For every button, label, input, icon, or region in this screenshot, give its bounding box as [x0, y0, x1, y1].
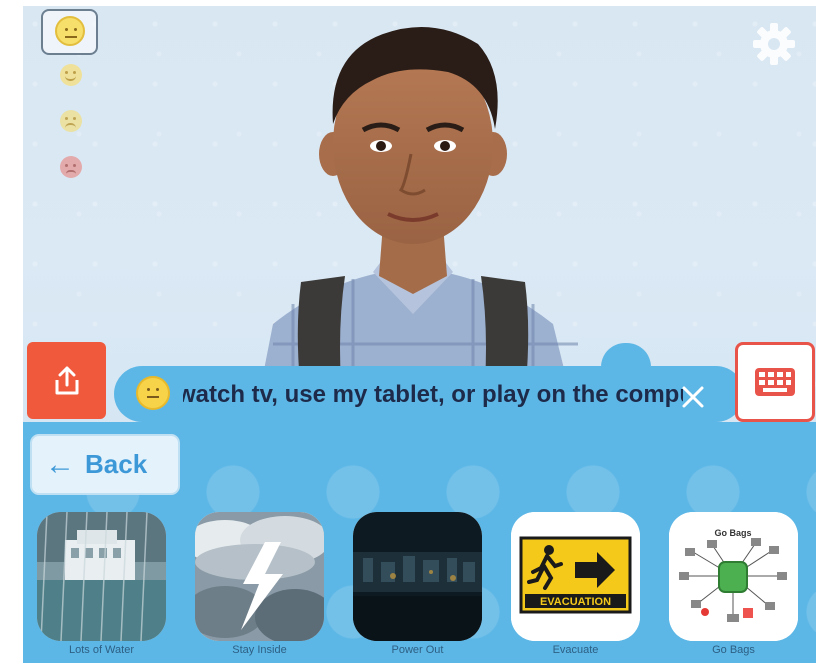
power-out-icon: [353, 512, 482, 641]
storm-icon: [195, 512, 324, 641]
tile-evacuate[interactable]: EVACUATION Evacuate: [511, 512, 640, 656]
tile-label: Power Out: [391, 644, 444, 656]
back-button[interactable]: ← Back: [30, 434, 180, 495]
sad-face-icon[interactable]: [60, 110, 82, 132]
tile-label: Lots of Water: [68, 644, 134, 656]
tile-label: Stay Inside: [232, 644, 287, 656]
neutral-face-icon: [136, 376, 170, 410]
evacuation-sign-icon: EVACUATION: [511, 512, 640, 641]
go-bags-heading: Go Bags: [714, 528, 751, 538]
arrow-left-icon: ←: [45, 447, 75, 481]
tile-label: Evacuate: [552, 644, 599, 656]
tile-go-bags[interactable]: Go Bags Go Bags: [669, 512, 798, 656]
tile-label: Go Bags: [712, 644, 755, 656]
flood-icon: [37, 512, 166, 641]
back-label: Back: [85, 449, 148, 479]
app: watch tv, use my tablet, or play on the …: [23, 6, 816, 663]
go-bags-icon: Go Bags: [669, 512, 798, 641]
share-button[interactable]: [27, 342, 106, 419]
gear-icon[interactable]: [751, 21, 797, 67]
avatar-photo: [253, 26, 578, 426]
keyboard-button[interactable]: [735, 342, 815, 422]
angry-face-icon[interactable]: [60, 156, 82, 178]
message-text: watch tv, use my tablet, or play on the …: [183, 381, 683, 408]
neutral-face-icon[interactable]: [55, 16, 85, 46]
symbol-tiles: Lots of Water Stay Inside Power Out EVAC…: [37, 512, 798, 656]
tile-stay-inside[interactable]: Stay Inside: [195, 512, 324, 656]
sign-text: EVACUATION: [540, 596, 611, 608]
share-icon: [55, 366, 78, 394]
scene: [23, 6, 816, 426]
happy-face-icon[interactable]: [60, 64, 82, 86]
keyboard-icon: [755, 368, 795, 396]
close-icon[interactable]: [678, 382, 708, 412]
tile-power-out[interactable]: Power Out: [353, 512, 482, 656]
tile-lots-of-water[interactable]: Lots of Water: [37, 512, 166, 656]
